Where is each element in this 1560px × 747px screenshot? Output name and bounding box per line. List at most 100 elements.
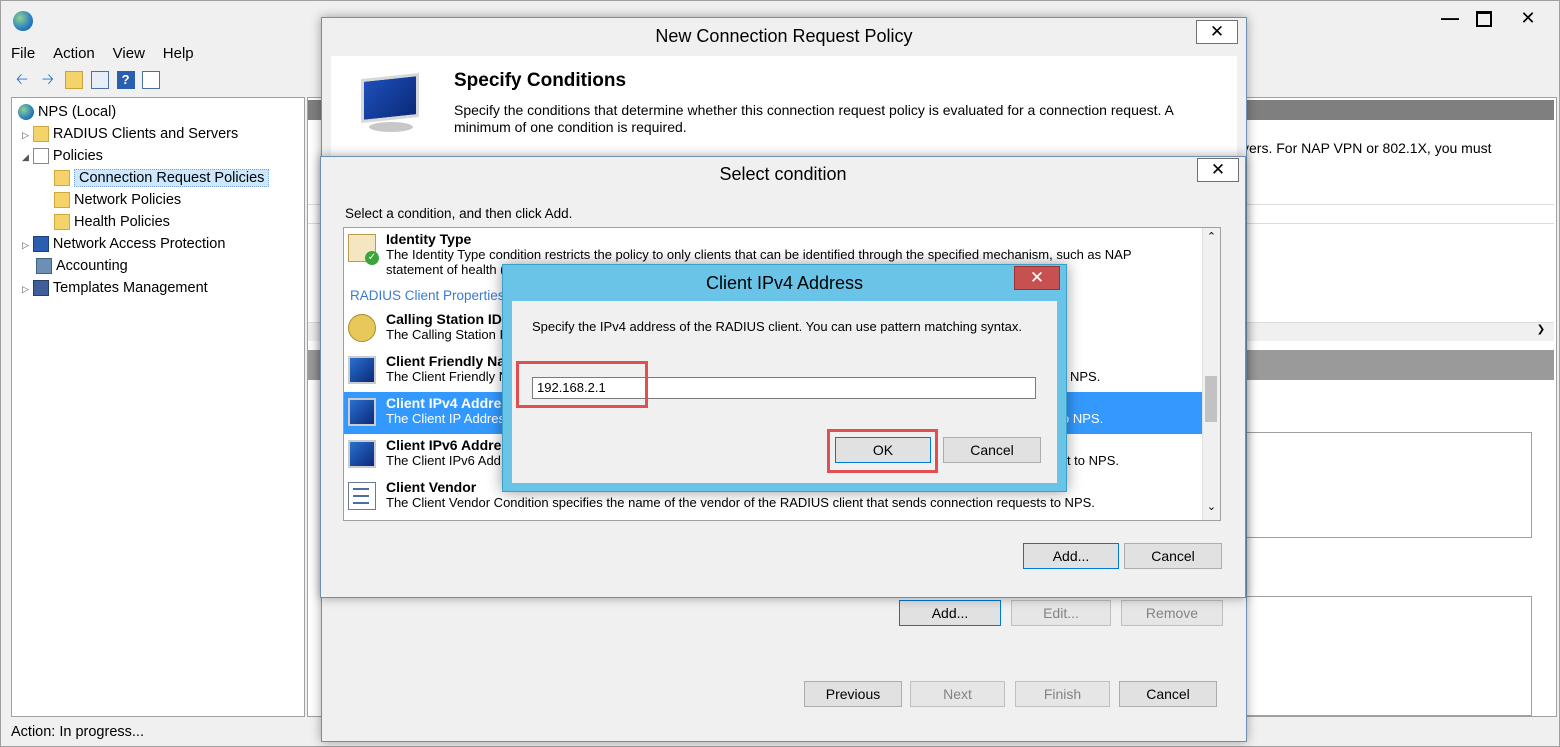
menu-action[interactable]: Action [53,45,95,62]
wizard-close-button[interactable]: ✕ [1196,20,1238,44]
condition-add-button[interactable]: Add... [1023,543,1119,569]
expand-arrow-icon[interactable]: ▷ [22,130,29,140]
policy-document-icon [32,148,49,165]
select-condition-instruction: Select a condition, and then click Add. [345,206,573,221]
details-box-upper [1230,432,1532,538]
wizard-cancel-button[interactable]: Cancel [1119,681,1217,707]
tree-label: RADIUS Clients and Servers [52,126,239,142]
phone-icon [348,314,376,342]
details-box-lower [1230,596,1532,716]
computer-icon [348,440,376,468]
condition-description: The Client IP Addres [386,411,505,426]
tree-label: Connection Request Policies [74,169,270,187]
computer-icon [348,398,376,426]
category-radius-client-properties: RADIUS Client Properties [350,288,505,303]
next-button[interactable]: Next [910,681,1005,707]
tree-node-nps-local[interactable]: NPS (Local) [18,102,116,122]
menu-bar: File Action View Help [11,45,208,67]
condition-description: The Client Vendor Condition specifies th… [386,495,1095,510]
highlight-ip-input [516,361,648,408]
previous-button[interactable]: Previous [804,681,902,707]
tree-node-policies[interactable]: ◢ Policies [22,146,103,166]
close-window-button[interactable]: ✕ [1511,5,1545,31]
condition-name: Client IPv6 Addres [386,437,510,453]
folder-icon [54,214,70,231]
condition-description-tail: o NPS. [1062,411,1104,426]
wizard-description: Specify the conditions that determine wh… [454,102,1174,135]
folder-icon [54,192,70,209]
tree-label: Accounting [56,258,128,274]
select-condition-title: Select condition [719,164,847,184]
ipv4-cancel-button[interactable]: Cancel [943,437,1041,463]
tree-node-templates-management[interactable]: ▷ Templates Management [22,278,208,298]
wizard-title: New Connection Request Policy [322,18,1246,56]
nap-computer-icon [32,236,49,253]
tree-label: Policies [52,148,103,164]
back-arrow-icon[interactable]: 🡠 [13,71,31,89]
condition-description: The Client IPv6 Add [386,453,501,468]
finish-button[interactable]: Finish [1015,681,1110,707]
tree-label: Network Policies [74,192,182,208]
tree-node-radius-clients[interactable]: ▷ RADIUS Clients and Servers [22,124,238,144]
wizard-edit-button[interactable]: Edit... [1011,600,1111,626]
condition-name: Calling Station ID [386,311,502,327]
ipv4-instruction: Specify the IPv4 address of the RADIUS c… [532,319,1022,334]
help-icon[interactable]: ? [116,71,135,90]
menu-view[interactable]: View [113,45,145,62]
expand-arrow-icon[interactable]: ▷ [22,240,29,250]
maximize-button[interactable] [1467,5,1501,31]
templates-icon [32,280,49,297]
menu-help[interactable]: Help [163,45,194,62]
accounting-icon [36,258,52,275]
app-globe-icon [13,11,33,31]
monitor-icon [355,72,425,136]
console-tree: NPS (Local) ▷ RADIUS Clients and Servers … [11,97,305,717]
tree-node-connection-request-policies[interactable]: Connection Request Policies [54,168,270,188]
tree-label: Network Access Protection [52,236,226,252]
collapse-arrow-icon[interactable]: ◢ [22,152,29,162]
menu-file[interactable]: File [11,45,35,62]
highlight-ok-button [827,429,938,473]
condition-description: The Calling Station I [386,327,504,342]
forward-arrow-icon[interactable]: 🡢 [39,71,57,89]
select-condition-close-button[interactable]: ✕ [1197,158,1239,182]
scroll-thumb[interactable] [1205,376,1217,422]
computer-icon [348,356,376,384]
tree-label: Templates Management [52,280,208,296]
scroll-down-icon[interactable]: ⌄ [1203,500,1220,516]
wizard-add-button[interactable]: Add... [899,600,1001,626]
up-folder-icon[interactable] [64,71,83,90]
identity-document-check-icon: ✓ [348,234,379,265]
wizard-heading: Specify Conditions [454,70,627,91]
globe-icon [18,104,34,121]
minimize-button[interactable]: — [1433,5,1467,31]
wizard-header: Specify Conditions Specify the condition… [331,56,1237,156]
condition-list-scrollbar[interactable]: ⌃ ⌄ [1202,228,1220,520]
client-ipv4-title: Client IPv4 Address [705,273,864,293]
toolbar: 🡠 🡢 ? [13,71,164,93]
condition-name: Client Friendly Na [386,353,506,369]
scroll-right-icon[interactable]: ❯ [1532,324,1550,338]
condition-name: Client Vendor [386,479,477,495]
folder-icon [32,126,49,143]
tree-node-health-policies[interactable]: Health Policies [54,212,170,232]
details-description: vers. For NAP VPN or 802.1X, you must [1242,140,1492,156]
show-hide-tree-icon[interactable] [90,71,109,90]
condition-description: The Client Friendly N [386,369,509,384]
condition-description-tail: NPS. [1070,369,1101,384]
client-ipv4-close-button[interactable]: ✕ [1014,266,1060,290]
tree-node-accounting[interactable]: Accounting [36,256,128,276]
condition-name: Identity Type [386,231,472,247]
tree-node-network-policies[interactable]: Network Policies [54,190,181,210]
properties-icon[interactable] [142,71,161,90]
tree-node-network-access-protection[interactable]: ▷ Network Access Protection [22,234,225,254]
checklist-icon [348,482,376,510]
expand-arrow-icon[interactable]: ▷ [22,284,29,294]
tree-label: NPS (Local) [38,104,117,120]
tree-label: Health Policies [74,214,170,230]
condition-name: Client IPv4 Addres [386,395,510,411]
wizard-remove-button[interactable]: Remove [1121,600,1223,626]
scroll-up-icon[interactable]: ⌃ [1203,230,1220,246]
condition-cancel-button[interactable]: Cancel [1124,543,1222,569]
folder-gear-icon [54,170,70,187]
